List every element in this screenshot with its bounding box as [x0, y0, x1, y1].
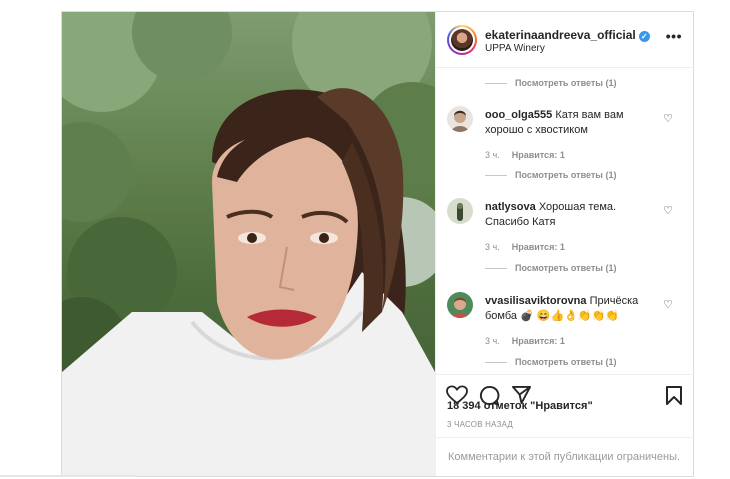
author-username-text[interactable]: ekaterinaandreeva_official — [485, 28, 636, 42]
view-replies-button[interactable]: Посмотреть ответы (1) — [485, 78, 616, 88]
comment-text: vvasilisaviktorovna Причёска бомба 💣 😄👍👌… — [485, 294, 660, 324]
more-options-icon[interactable]: ••• — [666, 29, 682, 43]
selfie-image — [62, 12, 435, 476]
heart-icon[interactable]: ♡ — [663, 204, 673, 217]
post-header: ekaterinaandreeva_official ✓ UPPA Winery … — [436, 12, 694, 68]
post-photo[interactable] — [62, 12, 435, 476]
comment-avatar[interactable] — [447, 292, 473, 318]
author-avatar[interactable] — [447, 25, 477, 55]
author-username[interactable]: ekaterinaandreeva_official ✓ — [485, 28, 650, 42]
comment-meta: 3 ч. Нравится: 1 — [485, 242, 565, 252]
comments-list[interactable]: Посмотреть ответы (1) ooo_olga555 Катя в… — [436, 68, 694, 374]
comment-avatar[interactable] — [447, 198, 473, 224]
bookmark-icon[interactable] — [665, 385, 683, 411]
comment-text: natlysova Хорошая тема. Спасибо Катя — [485, 200, 660, 230]
comment-meta: 3 ч. Нравится: 1 — [485, 150, 565, 160]
comment-username[interactable]: natlysova — [485, 201, 536, 213]
comment-username[interactable]: ooo_olga555 — [485, 109, 552, 121]
view-replies-button[interactable]: Посмотреть ответы (1) — [485, 170, 616, 180]
comment-time[interactable]: 3 ч. — [485, 242, 500, 252]
heart-icon[interactable]: ♡ — [663, 298, 673, 311]
comment-time[interactable]: 3 ч. — [485, 336, 500, 346]
post-location[interactable]: UPPA Winery — [485, 43, 545, 54]
view-replies-label[interactable]: Посмотреть ответы (1) — [515, 170, 616, 180]
heart-icon[interactable]: ♡ — [663, 112, 673, 125]
comment-time[interactable]: 3 ч. — [485, 150, 500, 160]
comment-avatar[interactable] — [447, 106, 473, 132]
comment-likes[interactable]: Нравится: 1 — [512, 242, 565, 252]
likes-count[interactable]: 18 394 отметок "Нравится" — [447, 400, 593, 412]
comment-username[interactable]: vvasilisaviktorovna — [485, 295, 587, 307]
comment-likes[interactable]: Нравится: 1 — [512, 150, 565, 160]
view-replies-label[interactable]: Посмотреть ответы (1) — [515, 78, 616, 88]
post-side-panel: ekaterinaandreeva_official ✓ UPPA Winery … — [435, 12, 694, 476]
view-replies-button[interactable]: Посмотреть ответы (1) — [485, 263, 616, 273]
view-replies-label[interactable]: Посмотреть ответы (1) — [515, 357, 616, 367]
scrollbar-track — [0, 475, 136, 477]
post-timestamp[interactable]: 3 ЧАСОВ НАЗАД — [447, 420, 513, 429]
comments-restricted-notice: Комментарии к этой публикации ограничены… — [436, 437, 694, 476]
verified-badge-icon: ✓ — [638, 31, 650, 42]
comment-text: ooo_olga555 Катя вам вам хорошо с хвости… — [485, 108, 660, 138]
comment-likes[interactable]: Нравится: 1 — [512, 336, 565, 346]
instagram-post: ekaterinaandreeva_official ✓ UPPA Winery … — [61, 11, 694, 477]
view-replies-label[interactable]: Посмотреть ответы (1) — [515, 263, 616, 273]
comment-meta: 3 ч. Нравится: 1 — [485, 336, 565, 346]
view-replies-button[interactable]: Посмотреть ответы (1) — [485, 357, 616, 367]
